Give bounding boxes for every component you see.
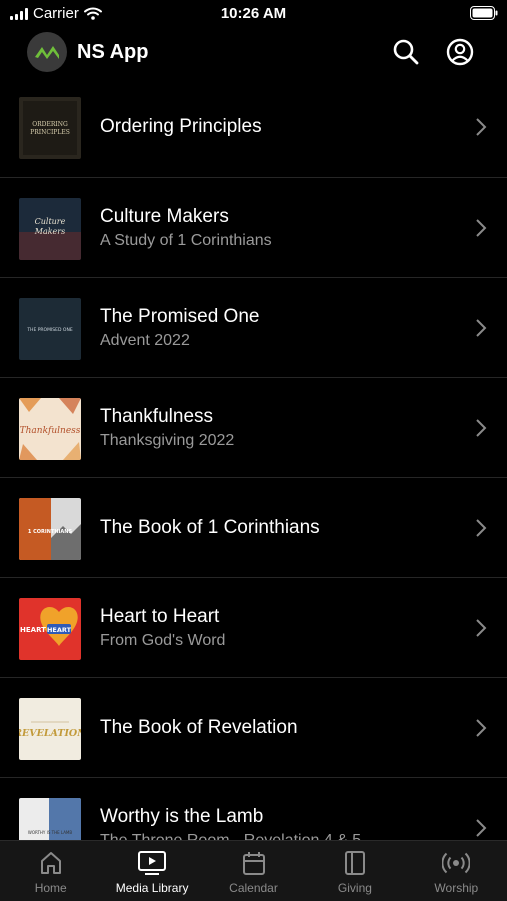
series-title: Worthy is the Lamb [100, 805, 264, 827]
list-item[interactable]: HEART HEART Heart to Heart From God's Wo… [0, 578, 507, 678]
media-list: ORDERING PRINCIPLES Ordering Principles … [0, 78, 507, 840]
svg-text:HEART: HEART [20, 626, 46, 634]
tab-giving[interactable]: Giving [304, 841, 405, 901]
series-thumbnail: THE PROMISED ONE [19, 298, 81, 360]
chevron-right-icon [476, 819, 487, 837]
chevron-right-icon [476, 319, 487, 337]
list-item[interactable]: THE PROMISED ONE The Promised One Advent… [0, 278, 507, 378]
list-item[interactable]: ORDERING PRINCIPLES Ordering Principles [0, 78, 507, 178]
chevron-right-icon [476, 719, 487, 737]
svg-text:REVELATION: REVELATION [19, 728, 81, 739]
tab-worship[interactable]: Worship [406, 841, 507, 901]
tab-label: Calendar [229, 881, 278, 895]
svg-text:WORTHY IS THE LAMB: WORTHY IS THE LAMB [28, 830, 73, 835]
series-thumbnail: WORTHY IS THE LAMB [19, 798, 81, 840]
series-subtitle: From God's Word [100, 631, 226, 649]
chevron-right-icon [476, 118, 487, 136]
chevron-right-icon [476, 419, 487, 437]
series-subtitle: A Study of 1 Corinthians [100, 231, 272, 249]
series-thumbnail: Thankfulness [19, 398, 81, 460]
list-item[interactable]: REVELATION The Book of Revelation [0, 678, 507, 778]
tab-bar: Home Media Library Calendar Giving Worsh… [0, 840, 507, 901]
profile-icon[interactable] [445, 37, 475, 67]
svg-text:PRINCIPLES: PRINCIPLES [30, 129, 70, 136]
series-thumbnail: HEART HEART [19, 598, 81, 660]
app-title: NS App [77, 41, 149, 63]
svg-text:Makers: Makers [34, 227, 65, 236]
svg-text:HEART: HEART [47, 626, 72, 634]
series-thumbnail: REVELATION [19, 698, 81, 760]
search-icon[interactable] [391, 37, 421, 67]
series-title: Thankfulness [100, 405, 214, 427]
svg-text:THE PROMISED ONE: THE PROMISED ONE [26, 327, 73, 333]
series-title: Heart to Heart [100, 605, 220, 627]
battery-icon [470, 6, 498, 25]
tab-label: Media Library [115, 881, 189, 895]
chevron-right-icon [476, 619, 487, 637]
tab-media-library[interactable]: Media Library [101, 841, 202, 901]
series-title: The Promised One [100, 305, 260, 327]
tab-home[interactable]: Home [0, 841, 101, 901]
giving-icon [344, 851, 365, 875]
series-thumbnail: ORDERING PRINCIPLES [19, 97, 81, 159]
status-bar: Carrier 10:26 AM [0, 0, 507, 28]
calendar-icon [242, 852, 265, 875]
chevron-right-icon [476, 519, 487, 537]
tab-calendar[interactable]: Calendar [203, 841, 304, 901]
series-subtitle: Thanksgiving 2022 [100, 431, 235, 449]
tab-label: Worship [434, 881, 479, 895]
broadcast-icon [442, 852, 471, 874]
home-icon [40, 852, 61, 874]
list-item[interactable]: Culture Makers Culture Makers A Study of… [0, 178, 507, 278]
chevron-right-icon [476, 219, 487, 237]
svg-text:Culture: Culture [35, 217, 66, 226]
svg-text:Thankfulness: Thankfulness [20, 426, 81, 436]
series-thumbnail: 1 CORINTHIANS [19, 498, 81, 560]
svg-text:ORDERING: ORDERING [32, 121, 68, 128]
list-item[interactable]: 1 CORINTHIANS The Book of 1 Corinthians [0, 478, 507, 578]
list-item[interactable]: Thankfulness Thankfulness Thanksgiving 2… [0, 378, 507, 478]
series-title: The Book of Revelation [100, 716, 298, 738]
series-subtitle: Advent 2022 [100, 331, 190, 349]
series-title: Ordering Principles [100, 116, 262, 137]
app-header: NS App [0, 28, 507, 78]
series-title: Culture Makers [100, 205, 229, 227]
app-logo [27, 32, 67, 72]
tab-label: Home [34, 881, 67, 895]
series-title: The Book of 1 Corinthians [100, 516, 320, 538]
tab-label: Giving [337, 881, 372, 895]
status-time: 10:26 AM [220, 5, 287, 22]
media-library-icon [138, 851, 167, 875]
series-subtitle: The Throne Room - Revelation 4 & 5 [100, 831, 362, 841]
series-thumbnail: Culture Makers [19, 198, 81, 260]
list-item[interactable]: WORTHY IS THE LAMB Worthy is the Lamb Th… [0, 778, 507, 840]
svg-text:1 CORINTHIANS: 1 CORINTHIANS [28, 529, 73, 535]
